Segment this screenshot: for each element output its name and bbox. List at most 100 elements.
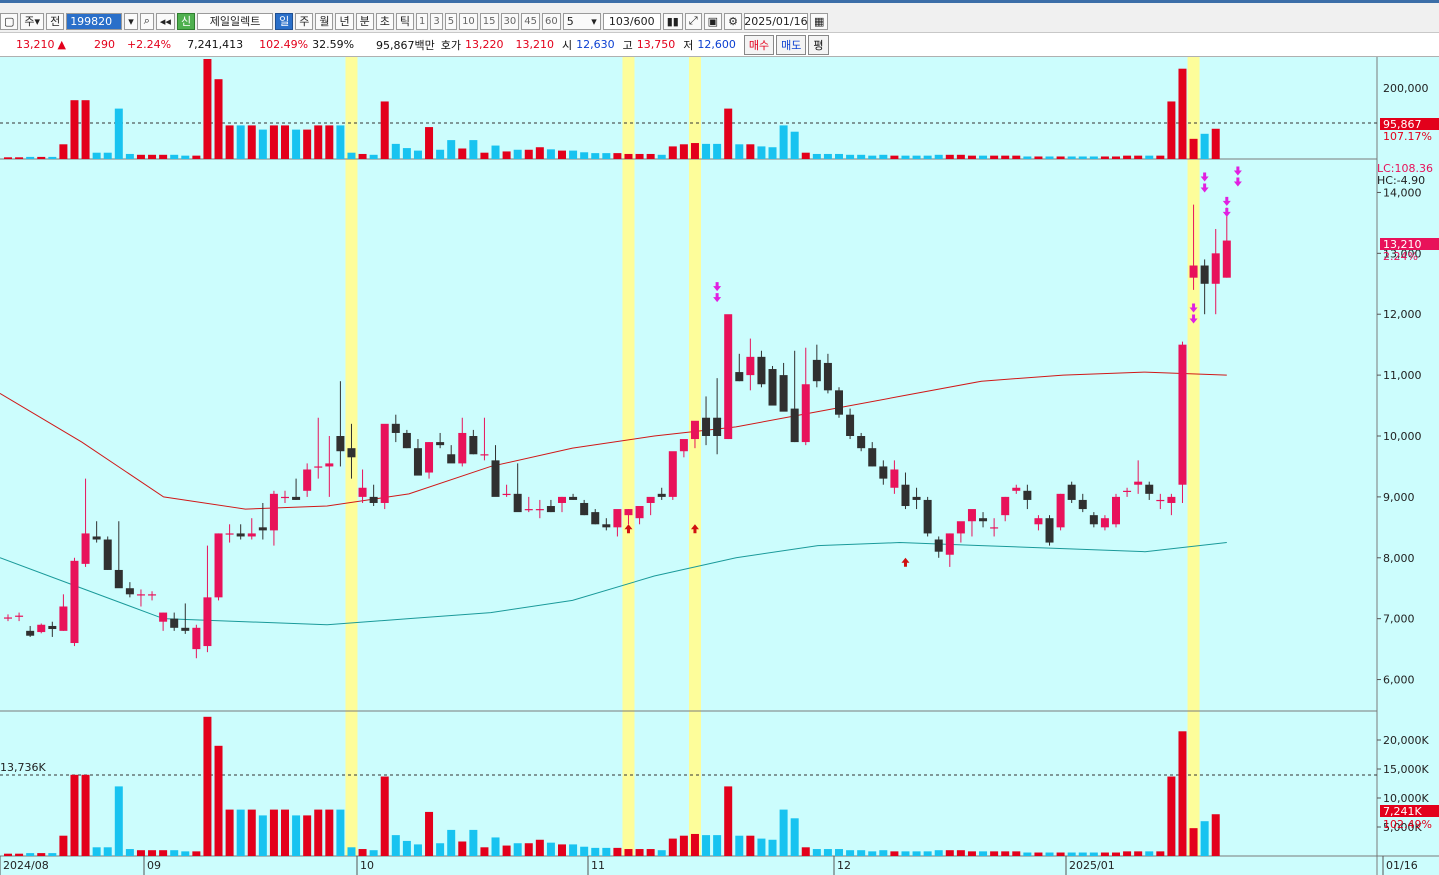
top-volume-bar	[447, 140, 456, 159]
volume-bar	[1112, 852, 1120, 856]
candle-body	[823, 362, 832, 391]
candle-body	[846, 414, 855, 436]
interval-button[interactable]: 60	[542, 12, 561, 30]
tab-period-second[interactable]: 초	[375, 12, 394, 30]
candle-body	[170, 618, 179, 628]
interval-button[interactable]: 15	[479, 12, 499, 30]
volume-bar	[1045, 852, 1054, 856]
candle-body	[136, 594, 145, 596]
top-volume-bar	[336, 125, 345, 159]
price-tick-label: 14,000	[1383, 186, 1422, 199]
calendar-icon[interactable]: ▦	[809, 12, 829, 30]
volume-bar	[314, 809, 323, 856]
volume-bar	[1123, 851, 1132, 856]
search-icon[interactable]: ⌕	[139, 12, 154, 30]
volume-bar	[369, 850, 378, 856]
volume-bar	[1167, 776, 1176, 856]
tab-period-day[interactable]: 일	[275, 12, 294, 30]
top-volume-bar	[1189, 138, 1198, 159]
candle-body	[1001, 496, 1010, 516]
save-icon[interactable]: ▣	[703, 12, 723, 30]
top-volume-bar	[203, 59, 212, 159]
candle-body	[790, 408, 799, 443]
tab-period-week[interactable]: 주	[295, 12, 314, 30]
top-volume-bar	[369, 154, 378, 159]
candle-body	[458, 432, 467, 464]
speaker-icon[interactable]: ◂◂	[155, 12, 175, 30]
crosshair-icon[interactable]: ⤢	[684, 12, 702, 30]
x-tick-label: 2025/01	[1069, 859, 1115, 872]
top-volume-bar	[1200, 133, 1209, 159]
buy-button[interactable]: 매수	[743, 34, 775, 55]
volume-bar	[170, 850, 179, 856]
menu-icon[interactable]: ▢	[0, 12, 19, 30]
candle-body	[1100, 518, 1109, 528]
top-volume-bar	[181, 155, 190, 159]
candle-body	[292, 496, 301, 500]
top-volume-bar	[37, 156, 46, 159]
top-volume-bar	[258, 129, 267, 159]
candle-body	[480, 454, 489, 456]
unit-select[interactable]: 5 ▾	[562, 12, 601, 30]
turnover-ratio: 32.59%	[312, 38, 355, 51]
candle-body	[546, 506, 555, 513]
market-select[interactable]: 주 ▾	[20, 12, 45, 30]
interval-button[interactable]: 10	[459, 12, 478, 30]
average-button[interactable]: 평	[808, 34, 829, 55]
top-volume-bar	[657, 154, 666, 159]
top-volume-bar	[81, 100, 90, 159]
prefix-button[interactable]: 전	[46, 12, 65, 30]
interval-button[interactable]: 5	[444, 12, 458, 30]
top-volume-bar	[979, 155, 988, 159]
candle-body	[214, 533, 223, 598]
candle-body	[668, 451, 677, 497]
candle-body	[624, 509, 633, 516]
top-volume-bar	[1134, 155, 1143, 159]
bid-price: 13,210	[515, 38, 555, 51]
candle-body	[1023, 490, 1032, 500]
price-tick-label: 10,000	[1383, 430, 1422, 443]
top-volume-bar	[713, 143, 722, 159]
stock-chart[interactable]: 200,000 95,867 107.17% LC:108.36 HC:-4.9…	[0, 57, 1439, 875]
candle-body	[646, 496, 655, 503]
candle-body	[1056, 493, 1065, 528]
candle-body	[613, 509, 622, 528]
volume-bar	[535, 839, 544, 856]
tab-period-year[interactable]: 년	[335, 12, 354, 30]
code-dropdown-icon[interactable]: ▾	[124, 12, 138, 30]
stock-code-input[interactable]: 199820	[66, 12, 123, 30]
volume-bar	[159, 850, 168, 856]
candle-icon[interactable]: ▮▮	[662, 12, 683, 30]
top-volume-bar	[247, 125, 256, 159]
gear-icon[interactable]: ⚙	[724, 12, 742, 30]
interval-button[interactable]: 45	[521, 12, 540, 30]
date-input[interactable]: 2025/01/16	[743, 12, 808, 30]
sell-button[interactable]: 매도	[776, 34, 807, 55]
candle-body	[436, 442, 445, 446]
volume-bar	[657, 850, 666, 856]
interval-button[interactable]: 30	[500, 12, 520, 30]
volume-bar	[214, 745, 223, 856]
interval-button[interactable]: 1	[415, 12, 429, 30]
top-volume-bar	[1067, 156, 1076, 159]
volume-bar	[779, 809, 788, 856]
volume-bar	[1089, 852, 1098, 856]
candle-body	[1134, 481, 1143, 485]
candle-body	[125, 588, 134, 595]
interval-button[interactable]: 3	[430, 12, 443, 30]
volume-bar	[979, 851, 988, 856]
tab-period-minute[interactable]: 분	[355, 12, 374, 30]
top-volume-bar	[1123, 155, 1132, 159]
tab-period-month[interactable]: 월	[315, 12, 334, 30]
candle-body	[258, 527, 267, 531]
tab-period-tick[interactable]: 틱	[395, 12, 414, 30]
candle-body	[835, 390, 843, 415]
volume-bar	[945, 850, 954, 856]
count-input[interactable]: 103/600	[602, 12, 661, 30]
candle-body	[203, 597, 212, 647]
volume-bar	[823, 849, 832, 856]
current-price: 13,210	[16, 38, 55, 51]
top-volume-bar	[1145, 155, 1154, 159]
candle-body	[779, 375, 788, 412]
top-volume-bar	[823, 153, 832, 159]
